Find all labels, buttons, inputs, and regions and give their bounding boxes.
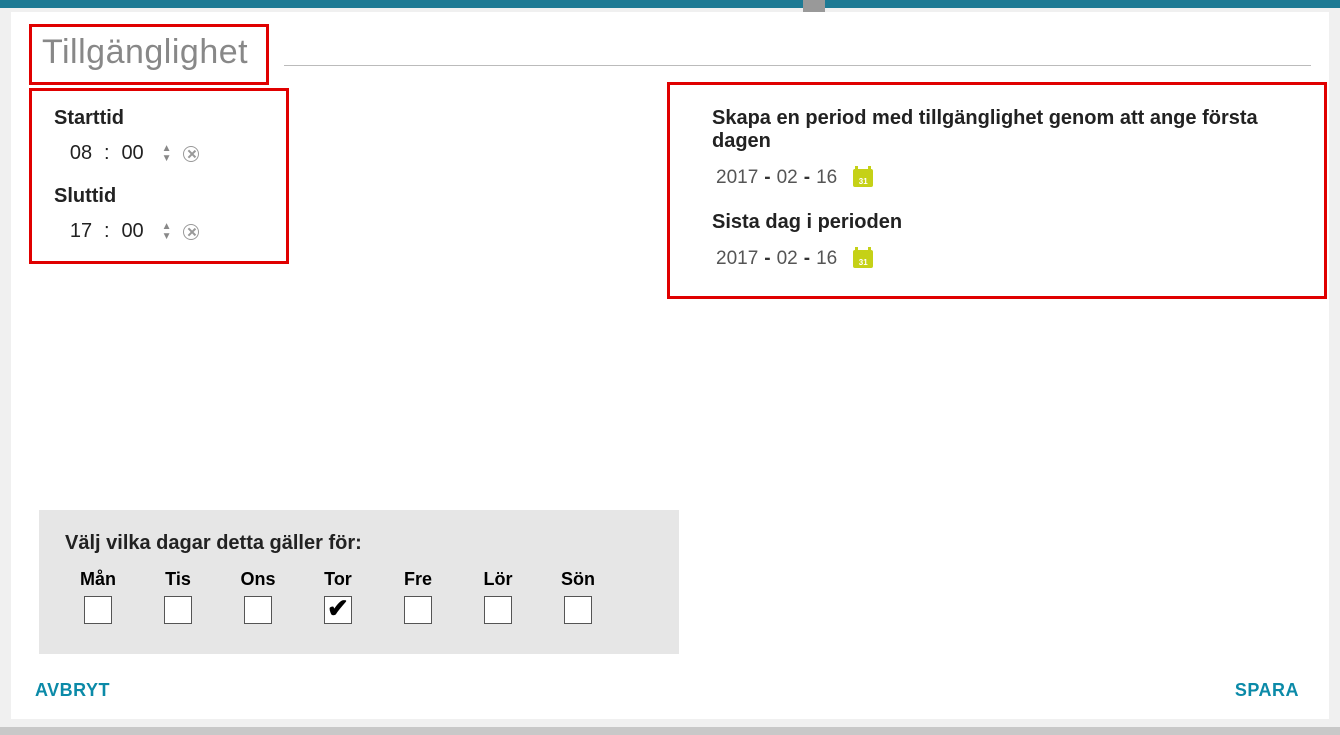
start-minute[interactable]: 00 bbox=[118, 142, 148, 165]
day-checkbox[interactable] bbox=[564, 596, 592, 624]
end-time-group: Sluttid 17 : 00 ▲ ▼ bbox=[54, 185, 268, 243]
start-time-input[interactable]: 08 : 00 ▲ ▼ bbox=[54, 142, 268, 165]
day-column: Ons bbox=[235, 569, 281, 624]
page-title: Tillgänglighet bbox=[42, 33, 248, 72]
title-divider bbox=[284, 65, 1311, 66]
day-name-label: Tis bbox=[155, 569, 201, 590]
spinner-down-icon[interactable]: ▼ bbox=[162, 155, 172, 163]
day-column: Tis bbox=[155, 569, 201, 624]
end-time-label: Sluttid bbox=[54, 185, 268, 208]
title-highlight: Tillgänglighet bbox=[29, 24, 269, 85]
end-time-input[interactable]: 17 : 00 ▲ ▼ bbox=[54, 220, 268, 243]
top-accent-bar bbox=[0, 0, 1340, 8]
to-day[interactable]: 16 bbox=[816, 248, 837, 270]
clear-start-time-icon[interactable] bbox=[183, 146, 199, 162]
day-name-label: Fre bbox=[395, 569, 441, 590]
day-column: Fre bbox=[395, 569, 441, 624]
start-hour[interactable]: 08 bbox=[66, 142, 96, 165]
days-row: Mån Tis Ons Tor Fre Lör Sön bbox=[65, 569, 653, 624]
end-time-spinner[interactable]: ▲ ▼ bbox=[162, 223, 172, 241]
from-date-label: Skapa en period med tillgänglighet genom… bbox=[712, 107, 1304, 153]
end-hour[interactable]: 17 bbox=[66, 220, 96, 243]
date-separator: - bbox=[764, 248, 770, 270]
from-day[interactable]: 16 bbox=[816, 167, 837, 189]
save-button[interactable]: SPARA bbox=[1235, 680, 1299, 701]
form-columns: Starttid 08 : 00 ▲ ▼ Sluttid 17 : bbox=[29, 88, 1311, 298]
clear-end-time-icon[interactable] bbox=[183, 224, 199, 240]
availability-modal: Tillgänglighet Starttid 08 : 00 ▲ ▼ Slut… bbox=[11, 12, 1329, 719]
start-time-spinner[interactable]: ▲ ▼ bbox=[162, 145, 172, 163]
to-date-input[interactable]: 2017 - 02 - 16 bbox=[712, 248, 1304, 270]
from-year[interactable]: 2017 bbox=[716, 167, 758, 189]
day-name-label: Lör bbox=[475, 569, 521, 590]
to-month[interactable]: 02 bbox=[777, 248, 798, 270]
day-checkbox[interactable] bbox=[404, 596, 432, 624]
spinner-up-icon[interactable]: ▲ bbox=[162, 145, 172, 153]
from-month[interactable]: 02 bbox=[777, 167, 798, 189]
date-separator: - bbox=[804, 167, 810, 189]
date-separator: - bbox=[804, 248, 810, 270]
date-range-highlight: Skapa en period med tillgänglighet genom… bbox=[667, 82, 1327, 299]
action-bar: AVBRYT SPARA bbox=[29, 654, 1311, 719]
time-range-highlight: Starttid 08 : 00 ▲ ▼ Sluttid 17 : bbox=[29, 88, 289, 264]
day-checkbox[interactable] bbox=[244, 596, 272, 624]
day-name-label: Tor bbox=[315, 569, 361, 590]
end-minute[interactable]: 00 bbox=[118, 220, 148, 243]
start-time-label: Starttid bbox=[54, 107, 268, 130]
day-column: Sön bbox=[555, 569, 601, 624]
spinner-down-icon[interactable]: ▼ bbox=[162, 233, 172, 241]
day-name-label: Mån bbox=[75, 569, 121, 590]
day-checkbox[interactable] bbox=[164, 596, 192, 624]
cancel-button[interactable]: AVBRYT bbox=[35, 680, 110, 701]
time-separator: : bbox=[104, 142, 110, 165]
day-name-label: Sön bbox=[555, 569, 601, 590]
day-checkbox[interactable] bbox=[84, 596, 112, 624]
time-separator: : bbox=[104, 220, 110, 243]
to-date-group: Sista dag i perioden 2017 - 02 - 16 bbox=[712, 211, 1304, 270]
spinner-up-icon[interactable]: ▲ bbox=[162, 223, 172, 231]
to-year[interactable]: 2017 bbox=[716, 248, 758, 270]
calendar-icon[interactable] bbox=[853, 169, 873, 187]
day-checkbox[interactable] bbox=[484, 596, 512, 624]
start-time-group: Starttid 08 : 00 ▲ ▼ bbox=[54, 107, 268, 165]
from-date-input[interactable]: 2017 - 02 - 16 bbox=[712, 167, 1304, 189]
from-date-group: Skapa en period med tillgänglighet genom… bbox=[712, 107, 1304, 189]
day-column: Lör bbox=[475, 569, 521, 624]
footer-bar bbox=[0, 727, 1340, 735]
day-column: Tor bbox=[315, 569, 361, 624]
days-label: Välj vilka dagar detta gäller för: bbox=[65, 532, 653, 555]
day-column: Mån bbox=[75, 569, 121, 624]
date-separator: - bbox=[764, 167, 770, 189]
day-name-label: Ons bbox=[235, 569, 281, 590]
days-panel: Välj vilka dagar detta gäller för: Mån Ti… bbox=[39, 510, 679, 654]
to-date-label: Sista dag i perioden bbox=[712, 211, 1304, 234]
day-checkbox[interactable] bbox=[324, 596, 352, 624]
calendar-icon[interactable] bbox=[853, 250, 873, 268]
